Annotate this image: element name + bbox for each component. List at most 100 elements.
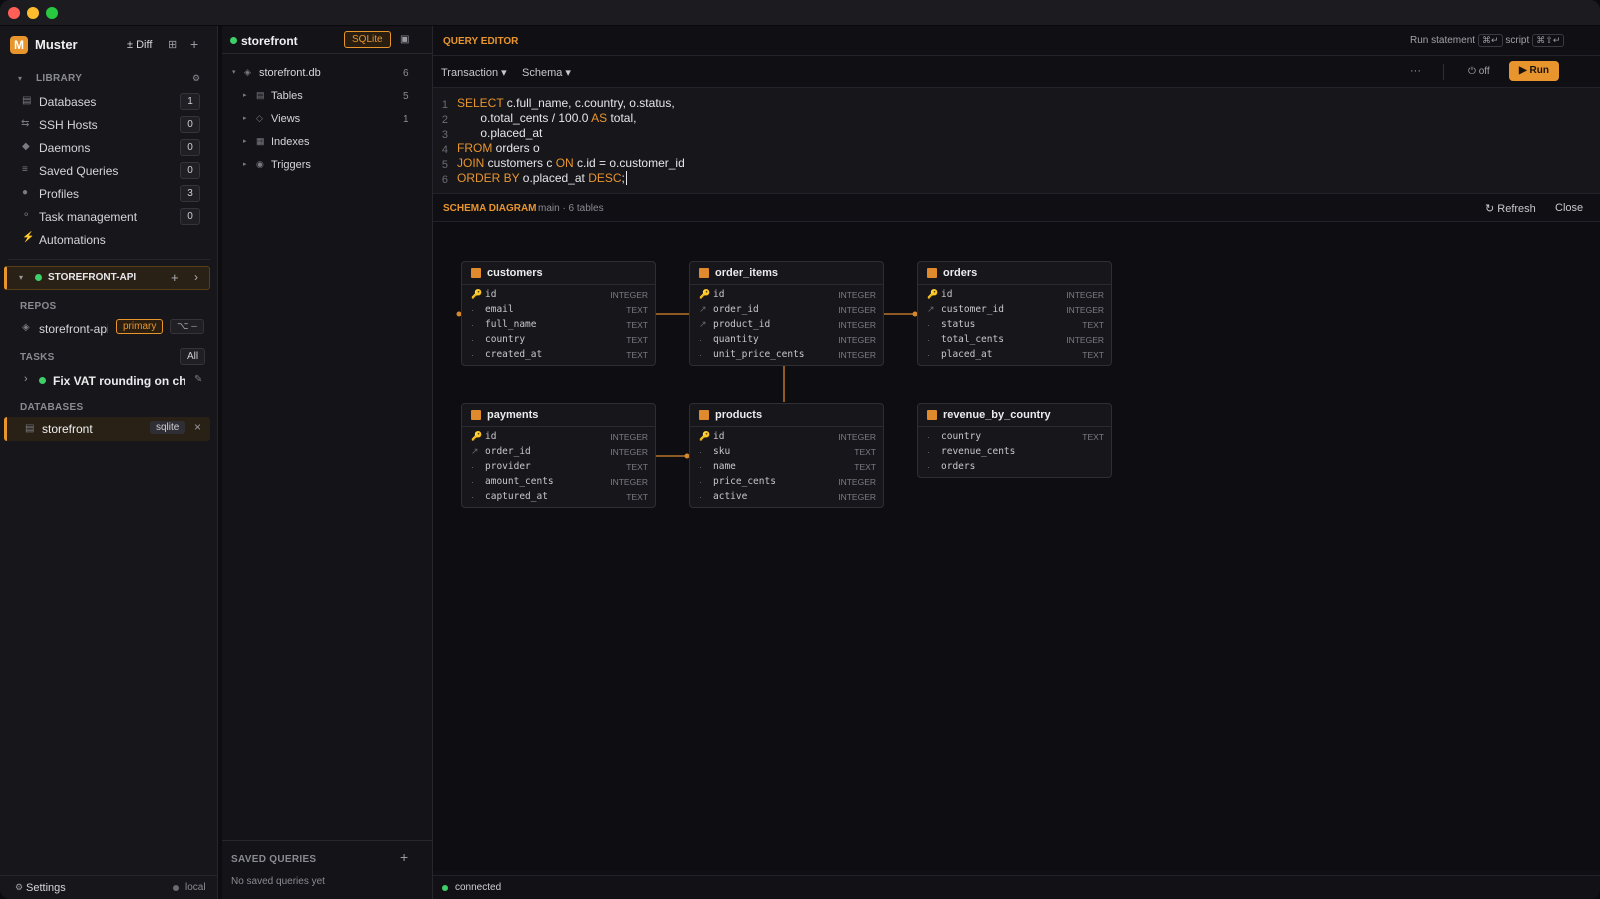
sidebar-item-task-management[interactable]: ⚬ Task management 0 (0, 205, 218, 227)
table-card-products[interactable]: products 🔑 id INTEGER · sku TEXT · name TEXT ·… (689, 403, 884, 508)
chevron-right-icon[interactable]: ▸ (243, 114, 247, 122)
column-row: · captured_at TEXT (462, 489, 655, 504)
refresh-button[interactable]: ↻ Refresh (1485, 202, 1536, 215)
table-icon (471, 410, 481, 420)
library-settings-icon[interactable]: ⚙ (192, 73, 200, 84)
count-badge: 0 (180, 162, 200, 179)
column-type: INTEGER (1066, 289, 1104, 300)
column-dot-icon: · (927, 319, 930, 330)
column-row: 🔑 id INTEGER (690, 429, 883, 444)
repo-item[interactable]: ◈ storefront-api primary ⌥ – (0, 317, 218, 339)
line-number: 4 (441, 144, 448, 156)
sidebar-item-daemons[interactable]: ◆ Daemons 0 (0, 136, 218, 158)
sidebar-item-profiles[interactable]: ● Profiles 3 (0, 182, 218, 204)
chevron-right-icon[interactable]: › (24, 373, 28, 385)
column-name: customer_id (941, 304, 1004, 315)
project-header[interactable]: ▾ STOREFRONT-API + › (4, 266, 210, 290)
sql-code[interactable]: SELECT c.full_name, c.country, o.status,… (457, 96, 685, 186)
close-icon[interactable]: × (194, 420, 201, 434)
sidebar-item-databases[interactable]: ▤ Databases 1 (0, 90, 218, 112)
sql-editor[interactable]: 1 2 3 4 5 6 SELECT c.full_name, c.country, o.… (433, 88, 1600, 194)
add-icon[interactable]: + (190, 36, 198, 52)
column-dot-icon: · (471, 319, 474, 330)
layout-icon[interactable]: ⊞ (168, 38, 177, 51)
branch-button[interactable]: ⌥ – (170, 319, 204, 334)
table-card-revenue-by-country[interactable]: revenue_by_country · country TEXT · revenue… (917, 403, 1112, 478)
close-window-button[interactable] (8, 7, 20, 19)
sidebar: M Muster ± Diff ⊞ + ▾ LIBRARY ⚙ ▤ Databa… (0, 26, 218, 899)
chevron-right-icon[interactable]: ▸ (243, 91, 247, 99)
sidebar-item-automations[interactable]: ⚡ Automations (0, 228, 218, 250)
node-label: Indexes (271, 136, 310, 148)
diff-button[interactable]: ± Diff (127, 39, 152, 51)
table-card-customers[interactable]: customers 🔑 id INTEGER · email TEXT · full_na… (461, 261, 656, 366)
schema-dropdown[interactable]: Schema ▾ (522, 66, 571, 79)
column-row: ↗ order_id INTEGER (462, 444, 655, 459)
saved-queries-header: SAVED QUERIES (231, 854, 317, 865)
column-type: INTEGER (610, 431, 648, 442)
column-name: id (485, 431, 497, 442)
column-name: status (941, 319, 976, 330)
autocommit-toggle[interactable]: ⏻ off (1468, 66, 1490, 77)
sidebar-item-label: SSH Hosts (39, 118, 98, 132)
run-statement-label: Run statement (1410, 35, 1476, 46)
transaction-dropdown[interactable]: Transaction ▾ (441, 66, 507, 79)
panel-toggle-icon[interactable]: ▣ (400, 34, 409, 45)
column-dot-icon: · (471, 349, 474, 360)
column-row: · revenue_cents (918, 444, 1111, 459)
task-item[interactable]: › Fix VAT rounding on checkout ✎ (0, 369, 218, 391)
tree-node-views[interactable]: ▸ ◇ Views 1 (222, 110, 433, 130)
maximize-window-button[interactable] (46, 7, 58, 19)
more-options-icon[interactable]: ··· (1410, 65, 1421, 77)
settings-button[interactable]: Settings (26, 882, 66, 894)
tasks-filter-button[interactable]: All (180, 348, 206, 365)
tree-node-file[interactable]: ▾ ◈ storefront.db 6 (222, 64, 433, 84)
task-title: Fix VAT rounding on checkout (53, 374, 185, 388)
table-card-header: products (690, 404, 883, 427)
column-dot-icon: · (471, 461, 474, 472)
add-project-item-icon[interactable]: + (171, 270, 179, 285)
chevron-right-icon[interactable]: › (194, 270, 198, 284)
column-name: email (485, 304, 514, 315)
chevron-down-icon[interactable]: ▾ (232, 68, 236, 76)
column-name: order_id (485, 446, 531, 457)
column-list: · country TEXT · revenue_cents · orders (918, 427, 1111, 477)
saved-queries-empty: No saved queries yet (231, 876, 325, 887)
count-badge: 1 (180, 93, 200, 110)
profile-icon: ● (22, 187, 29, 198)
column-dot-icon: · (927, 446, 930, 457)
chevron-right-icon[interactable]: ▸ (243, 160, 247, 168)
diagram-canvas[interactable]: customers 🔑 id INTEGER · email TEXT · full_na… (433, 222, 1600, 871)
table-card-header: order_items (690, 262, 883, 285)
index-icon: ▦ (256, 136, 265, 146)
column-name: product_id (713, 319, 771, 330)
table-card-payments[interactable]: payments 🔑 id INTEGER ↗ order_id INTEGER · pr… (461, 403, 656, 508)
main-panel: QUERY EDITOR Run statement ⌘↵ script ⌘⇧↵ T… (433, 26, 1600, 899)
sidebar-item-saved-queries[interactable]: ≡ Saved Queries 0 (0, 159, 218, 181)
database-name: storefront (42, 422, 93, 436)
column-dot-icon: · (699, 334, 702, 345)
tree-node-indexes[interactable]: ▸ ▦ Indexes (222, 133, 433, 153)
sidebar-item-label: Daemons (39, 141, 91, 155)
tree-node-tables[interactable]: ▸ ▤ Tables 5 (222, 87, 433, 107)
explorer-header: storefront SQLite ▣ (222, 26, 433, 54)
sidebar-item-ssh-hosts[interactable]: ⇆ SSH Hosts 0 (0, 113, 218, 135)
collapse-library-icon[interactable]: ▾ (18, 74, 22, 83)
table-card-header: customers (462, 262, 655, 285)
add-saved-query-icon[interactable]: + (400, 849, 408, 865)
column-dot-icon: · (471, 491, 474, 502)
column-name: captured_at (485, 491, 548, 502)
db-type-badge: sqlite (150, 421, 186, 434)
edit-icon[interactable]: ✎ (194, 374, 202, 385)
column-type: TEXT (626, 304, 648, 315)
collapse-project-icon[interactable]: ▾ (19, 273, 23, 282)
column-list: 🔑 id INTEGER · sku TEXT · name TEXT · price_cen… (690, 427, 883, 507)
table-card-orders[interactable]: orders 🔑 id INTEGER ↗ customer_id INTEGER · s… (917, 261, 1112, 366)
run-button[interactable]: ▶ Run (1509, 61, 1559, 81)
database-item-storefront[interactable]: ▤ storefront sqlite × (4, 417, 210, 441)
chevron-right-icon[interactable]: ▸ (243, 137, 247, 145)
table-card-order-items[interactable]: order_items 🔑 id INTEGER ↗ order_id INTEGER … (689, 261, 884, 366)
minimize-window-button[interactable] (27, 7, 39, 19)
tree-node-triggers[interactable]: ▸ ◉ Triggers (222, 156, 433, 176)
close-diagram-button[interactable]: Close (1555, 202, 1583, 214)
